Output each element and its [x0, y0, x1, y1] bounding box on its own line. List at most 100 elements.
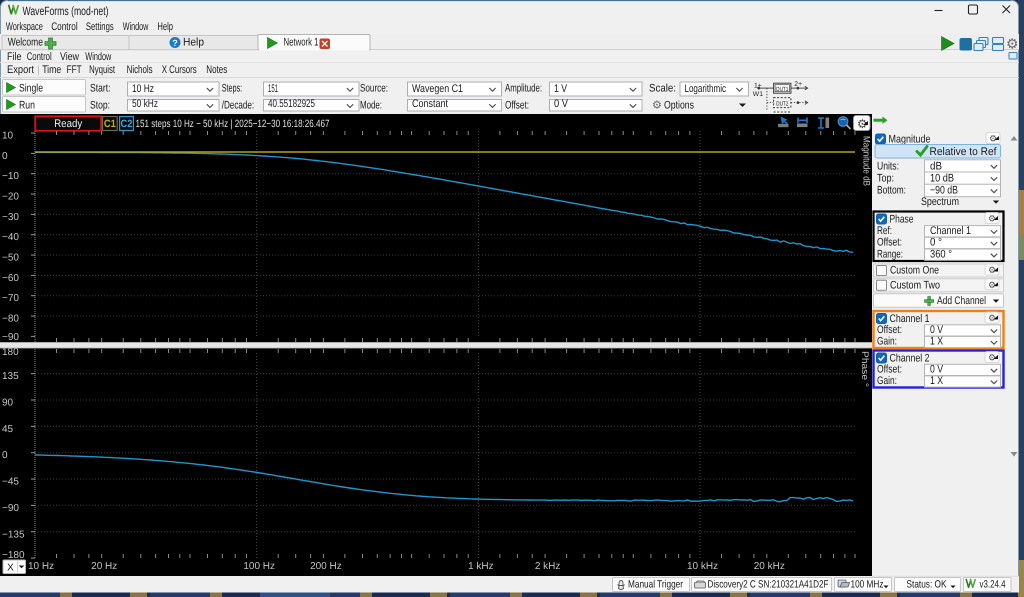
svg-text:⚙: ⚙ — [988, 313, 996, 323]
svg-text:−90 dB: −90 dB — [930, 185, 958, 197]
svg-text:Channel 2: Channel 2 — [890, 352, 930, 364]
svg-text:v3.24.4: v3.24.4 — [980, 579, 1006, 591]
svg-text:Welcome: Welcome — [8, 37, 43, 49]
svg-text:Run: Run — [19, 100, 35, 112]
svg-text:−180: −180 — [2, 550, 25, 561]
svg-text:2 kHz: 2 kHz — [535, 561, 561, 572]
svg-text:⚙: ⚙ — [1006, 36, 1019, 52]
svg-text:10 kHz: 10 kHz — [687, 561, 718, 572]
svg-text:Control: Control — [51, 21, 78, 33]
svg-text:−135: −135 — [2, 529, 25, 540]
svg-text:0: 0 — [2, 151, 8, 162]
svg-text:Window: Window — [85, 51, 111, 63]
svg-text:Source:: Source: — [360, 83, 388, 95]
svg-text:Channel 1: Channel 1 — [890, 313, 930, 325]
svg-text:Magnitude dB: Magnitude dB — [861, 136, 872, 186]
svg-text:Steps:: Steps: — [222, 83, 243, 95]
svg-text:−40: −40 — [2, 232, 19, 243]
svg-text:−80: −80 — [2, 314, 19, 325]
svg-text:0: 0 — [2, 450, 8, 461]
svg-text:360 °: 360 ° — [930, 248, 952, 260]
svg-text:Offset:: Offset: — [877, 364, 902, 376]
svg-text:Stop:: Stop: — [90, 100, 110, 112]
svg-text:135: 135 — [2, 371, 19, 382]
svg-text:151: 151 — [268, 83, 278, 95]
svg-text:Range:: Range: — [877, 248, 903, 260]
svg-text:Nyquist: Nyquist — [89, 64, 115, 76]
svg-text:View: View — [60, 51, 79, 63]
svg-text:Custom One: Custom One — [890, 265, 939, 277]
svg-text:⚙: ⚙ — [988, 280, 996, 290]
svg-text:1 X: 1 X — [930, 336, 944, 348]
svg-text:Offset:: Offset: — [877, 237, 902, 249]
svg-text:WaveForms (mod-net): WaveForms (mod-net) — [23, 4, 109, 18]
svg-text:10: 10 — [2, 131, 14, 142]
svg-text:−70: −70 — [2, 293, 19, 304]
svg-text:Start:: Start: — [90, 83, 111, 95]
svg-text:45: 45 — [2, 424, 14, 435]
svg-text:⚙: ⚙ — [988, 214, 996, 224]
svg-text:File: File — [7, 51, 22, 63]
svg-text:0 °: 0 ° — [930, 237, 942, 249]
svg-text:10 Hz: 10 Hz — [28, 561, 54, 572]
svg-text:⚙: ⚙ — [988, 265, 996, 275]
svg-text:Logarithmic: Logarithmic — [685, 83, 727, 95]
svg-text:Help: Help — [183, 37, 204, 49]
svg-text:Ref:: Ref: — [877, 225, 892, 237]
svg-text:0 V: 0 V — [930, 364, 944, 376]
svg-text:90: 90 — [2, 398, 14, 409]
svg-text:Relative to Ref: Relative to Ref — [930, 146, 998, 158]
svg-text:−20: −20 — [2, 192, 19, 203]
svg-text:Network 1: Network 1 — [284, 37, 319, 49]
svg-text:Window: Window — [123, 21, 149, 33]
svg-text:50 kHz: 50 kHz — [132, 98, 158, 110]
svg-text:20 Hz: 20 Hz — [91, 561, 117, 572]
svg-text:C2: C2 — [121, 118, 133, 130]
svg-text:10 Hz: 10 Hz — [132, 83, 154, 95]
svg-text:Constant: Constant — [412, 98, 448, 110]
svg-text:Units:: Units: — [877, 160, 899, 172]
svg-text:dB: dB — [930, 160, 942, 172]
svg-text:−50: −50 — [2, 253, 19, 264]
svg-text:−30: −30 — [2, 212, 19, 223]
svg-text:Discovery2 C SN:210321A41D2F: Discovery2 C SN:210321A41D2F — [708, 579, 829, 591]
svg-text:−60: −60 — [2, 273, 19, 284]
svg-text:W1: W1 — [753, 91, 763, 98]
svg-text:Gain:: Gain: — [877, 375, 897, 387]
svg-text:C1: C1 — [104, 118, 116, 130]
svg-text:Spectrum: Spectrum — [921, 196, 959, 208]
svg-text:Custom Two: Custom Two — [890, 280, 940, 292]
svg-text:20 kHz: 20 kHz — [754, 561, 785, 572]
svg-text:⚙: ⚙ — [989, 134, 997, 144]
svg-text:−10: −10 — [2, 171, 19, 182]
svg-text:40.55182925: 40.55182925 — [268, 98, 315, 110]
svg-text:Workspace: Workspace — [6, 21, 43, 33]
svg-text:Top:: Top: — [877, 173, 894, 185]
svg-text:0 V: 0 V — [930, 324, 944, 336]
svg-text:Add Channel: Add Channel — [937, 295, 986, 307]
svg-text:Phase: Phase — [890, 213, 914, 225]
svg-text:1 V: 1 V — [554, 83, 568, 95]
svg-text:Channel 1: Channel 1 — [930, 225, 971, 237]
svg-text:Offset:: Offset: — [505, 100, 529, 112]
svg-text:1+: 1+ — [754, 83, 762, 90]
svg-text:2+: 2+ — [794, 81, 802, 88]
svg-text:Amplitude:: Amplitude: — [505, 83, 542, 95]
svg-text:Bottom:: Bottom: — [877, 185, 906, 197]
svg-text:Export: Export — [7, 64, 34, 76]
svg-text:−90: −90 — [2, 503, 19, 514]
svg-text:⚙: ⚙ — [652, 100, 662, 112]
svg-text:Status: OK: Status: OK — [907, 579, 947, 591]
svg-text:DUT1: DUT1 — [776, 86, 789, 93]
svg-text:/Decade:: /Decade: — [222, 100, 255, 112]
svg-text:Offset:: Offset: — [877, 324, 902, 336]
svg-text:−45: −45 — [2, 477, 19, 488]
svg-text:⚙: ⚙ — [988, 353, 996, 363]
svg-text:Time: Time — [42, 64, 61, 76]
svg-text:Ready: Ready — [54, 118, 82, 130]
svg-text:X Cursors: X Cursors — [162, 64, 197, 76]
svg-text:10 dB: 10 dB — [930, 173, 954, 185]
svg-text:Manual Trigger: Manual Trigger — [628, 579, 683, 591]
svg-text:Phase °: Phase ° — [859, 351, 870, 387]
svg-text:200 Hz: 200 Hz — [310, 561, 342, 572]
